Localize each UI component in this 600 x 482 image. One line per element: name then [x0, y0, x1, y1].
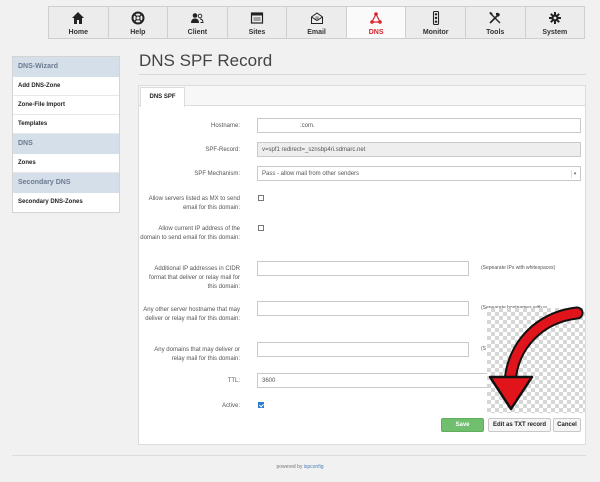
spf-record-label: SPF-Record:: [205, 147, 240, 153]
spf-record-field: v=spf1 redirect=_sznsbp4ri.sdmarc.net: [257, 142, 581, 157]
chevron-down-icon: ▾: [571, 170, 578, 178]
nav-system[interactable]: System: [525, 6, 586, 39]
tools-icon: [489, 11, 501, 24]
domains-input[interactable]: [257, 342, 469, 357]
nav-label: Tools: [486, 29, 505, 36]
footer-divider: [12, 455, 586, 456]
top-navigation: Home Help Client Sites @ Email DNS Monit…: [48, 6, 586, 39]
sidebar-heading-secondary-dns: Secondary DNS: [13, 173, 119, 193]
gear-icon: [548, 12, 561, 24]
nav-label: Email: [307, 29, 326, 36]
nav-dns[interactable]: DNS: [346, 6, 407, 39]
active-label: Active:: [221, 403, 240, 409]
nav-monitor[interactable]: Monitor: [406, 6, 466, 39]
nav-label: Client: [187, 29, 208, 36]
nav-label: Home: [68, 29, 88, 36]
nav-label: System: [542, 29, 568, 36]
allow-mx-label: Allow servers listed as MX to send email…: [148, 196, 240, 211]
sidebar-item-add-dns-zone[interactable]: Add DNS-Zone: [13, 77, 119, 96]
active-checkbox[interactable]: [258, 402, 264, 408]
home-icon: [72, 12, 85, 24]
traffic-light-icon: [432, 11, 439, 25]
nav-home[interactable]: Home: [48, 6, 109, 39]
tab-dns-spf[interactable]: DNS SPF: [140, 87, 185, 107]
save-button[interactable]: Save: [441, 418, 484, 432]
nav-label: Help: [130, 29, 146, 36]
lifebuoy-icon: [131, 11, 145, 25]
nav-label: DNS: [368, 29, 384, 36]
users-icon: [191, 13, 204, 23]
additional-ip-hint: (Sepearate IPs with whitespaces): [481, 265, 556, 271]
nav-help[interactable]: Help: [108, 6, 169, 39]
nav-client[interactable]: Client: [168, 6, 228, 39]
sidebar-item-secondary-dns-zones[interactable]: Secondary DNS-Zones: [13, 193, 119, 212]
spf-mechanism-value: Pass - allow mail from other senders: [262, 171, 360, 177]
footer-text: powered by: [276, 464, 303, 470]
cancel-button[interactable]: Cancel: [553, 418, 581, 432]
hostname-value: :com.: [300, 123, 315, 129]
allow-ip-label: Allow current IP address of the domain t…: [140, 226, 240, 241]
hostname-input[interactable]: :com.: [257, 118, 581, 133]
hostname-label: Hostname:: [210, 123, 240, 129]
tab-bar: DNS SPF: [139, 86, 585, 107]
window-icon: [250, 12, 264, 24]
spf-mechanism-label: SPF Mechanism:: [194, 171, 240, 177]
title-divider: [139, 74, 586, 75]
nav-email[interactable]: @ Email: [287, 6, 347, 39]
sidebar-item-zones[interactable]: Zones: [13, 154, 119, 173]
footer: powered by ispconfig: [0, 464, 600, 470]
sidebar-item-templates[interactable]: Templates: [13, 115, 119, 134]
nav-label: Monitor: [422, 29, 449, 36]
sidebar: DNS-Wizard Add DNS-Zone Zone-File Import…: [12, 56, 120, 213]
edit-as-txt-record-button[interactable]: Edit as TXT record: [488, 418, 551, 432]
envelope-icon: @: [310, 12, 323, 24]
nav-label: Sites: [248, 29, 266, 36]
other-hosts-label: Any other server hostname that may deliv…: [143, 307, 240, 322]
domains-label: Any domains that may deliver or relay ma…: [154, 347, 240, 362]
page-title: DNS SPF Record: [139, 51, 273, 70]
nav-tools[interactable]: Tools: [465, 6, 526, 39]
allow-ip-checkbox[interactable]: [258, 225, 264, 231]
network-icon: [370, 12, 382, 24]
footer-link[interactable]: ispconfig: [304, 464, 324, 470]
other-hosts-input[interactable]: [257, 301, 469, 316]
allow-mx-checkbox[interactable]: [258, 195, 264, 201]
sidebar-heading-dns: DNS: [13, 134, 119, 154]
additional-ip-label: Additional IP addresses in CIDR format t…: [148, 266, 240, 290]
spf-mechanism-select[interactable]: Pass - allow mail from other senders ▾: [257, 166, 581, 181]
additional-ip-input[interactable]: [257, 261, 469, 276]
svg-text:@: @: [315, 15, 319, 20]
sidebar-item-zone-file-import[interactable]: Zone-File Import: [13, 96, 119, 115]
red-arrow-annotation: [488, 306, 584, 411]
ttl-label: TTL:: [227, 378, 240, 384]
nav-sites[interactable]: Sites: [227, 6, 288, 39]
sidebar-heading-dns-wizard: DNS-Wizard: [13, 57, 119, 77]
